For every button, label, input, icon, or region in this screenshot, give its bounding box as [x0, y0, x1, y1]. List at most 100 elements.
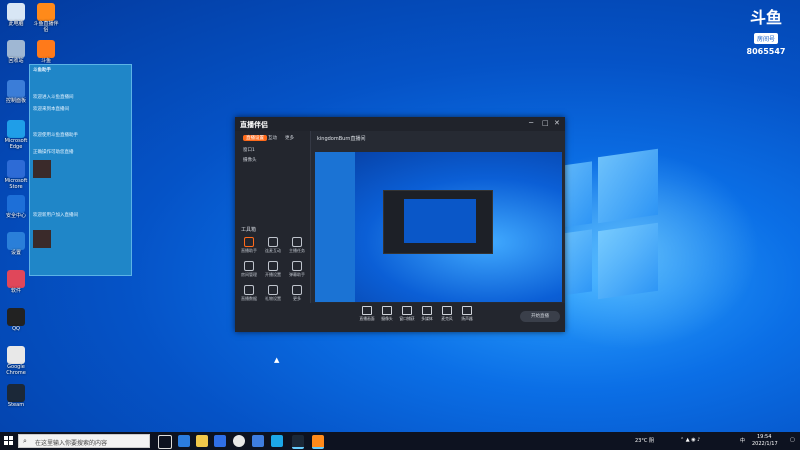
live-assistant-window[interactable]: 直播伴侣 ─ □ ✕ 直播设置 互动 更多 窗口1 摄像头 工具箱 直播助手 连麦… [235, 117, 565, 332]
tools-title: 工具箱 [241, 227, 257, 233]
tool-icon [292, 237, 302, 247]
bottom-toolbar: 直播画面 摄像头 窗口捕获 多媒体 麦克风 扬声器 开始直播 [310, 303, 565, 332]
desktop-icon-label: 设置 [10, 250, 21, 256]
scene-item[interactable]: 窗口1 [243, 147, 255, 153]
desktop-icon[interactable]: 软件 [3, 270, 29, 294]
app-icon [7, 384, 25, 402]
tab-more[interactable]: 更多 [285, 135, 294, 141]
tool-label: 直播助手 [241, 248, 257, 253]
tool-label: 主播任务 [289, 248, 305, 253]
desktop-icon[interactable]: Google Chrome [3, 346, 29, 376]
toolbar-icon [402, 306, 412, 315]
tool-button[interactable]: 连麦互动 [263, 237, 283, 254]
toolbar-label: 直播画面 [359, 316, 375, 321]
tool-label: 房间管理 [241, 272, 257, 277]
tool-icon [268, 237, 278, 247]
desktop-icon[interactable]: Microsoft Store [3, 160, 29, 190]
notification-icon[interactable]: ▢ [790, 437, 795, 443]
tab-live-settings[interactable]: 直播设置 [243, 135, 267, 141]
app-titlebar[interactable]: 直播伴侣 ─ □ ✕ [235, 117, 565, 131]
toolbar-label: 窗口捕获 [399, 316, 415, 321]
tool-button[interactable]: 弹幕助手 [287, 261, 307, 278]
desktop-icon[interactable]: 控制面板 [3, 80, 29, 104]
room-badge: 斗鱼 房间号 8065547 [742, 8, 790, 57]
app-icon [7, 120, 25, 138]
close-icon[interactable]: ✕ [554, 119, 560, 127]
bottom-toolbar-button[interactable]: 扬声器 [458, 303, 476, 322]
tool-button[interactable]: 直播助手 [239, 237, 259, 254]
file-explorer-icon[interactable] [196, 435, 208, 447]
tool-icon [244, 237, 254, 247]
toolbar-label: 麦克风 [441, 316, 453, 321]
stream-title: kingdomBurn直播间 [317, 136, 366, 142]
tool-button[interactable]: 开播设置 [263, 261, 283, 278]
bottom-toolbar-button[interactable]: 摄像头 [378, 303, 396, 322]
clock-time[interactable]: 19:54 [757, 434, 771, 440]
desktop-icon[interactable]: 回收站 [3, 40, 29, 64]
maximize-icon[interactable]: □ [542, 119, 549, 127]
mail-icon[interactable] [214, 435, 226, 447]
bottom-toolbar-button[interactable]: 窗口捕获 [398, 303, 416, 322]
desktop-icon[interactable]: 安全中心 [3, 195, 29, 219]
tool-button[interactable]: 更多 [287, 285, 307, 302]
desktop-icon[interactable]: 设置 [3, 232, 29, 256]
desktop-icon-label: 回收站 [8, 58, 24, 64]
scene-item[interactable]: 摄像头 [243, 157, 257, 163]
panel-thumbnail [33, 160, 51, 178]
steam-icon[interactable] [292, 435, 304, 449]
toolbar-label: 摄像头 [381, 316, 393, 321]
app-icon [7, 270, 25, 288]
douyu-assistant-icon[interactable] [312, 435, 324, 449]
tool-button[interactable]: 直播数据 [239, 285, 259, 302]
tool-icon [244, 261, 254, 271]
room-number: 8065547 [746, 47, 786, 56]
search-placeholder: 在这里输入你要搜索的内容 [35, 440, 108, 447]
nested-preview-window [383, 190, 493, 254]
chrome-icon[interactable] [233, 435, 245, 447]
store-icon[interactable] [271, 435, 283, 447]
assistant-notification-panel[interactable]: 斗鱼助手 欢迎进入斗鱼直播间 欢迎来到本直播间 欢迎使用斗鱼直播助手 正确操作可… [29, 64, 132, 276]
tray-icons[interactable]: ⌃ ▲ ◉ ♪ [680, 437, 700, 443]
app-icon [7, 346, 25, 364]
desktop-icon[interactable]: 斗鱼 [33, 40, 59, 64]
app-logo: 直播伴侣 [240, 121, 268, 129]
edge-icon[interactable] [252, 435, 264, 447]
desktop-icon[interactable]: QQ [3, 308, 29, 332]
stream-preview [315, 152, 562, 302]
tool-icon [268, 285, 278, 295]
ime-indicator[interactable]: 中 [740, 437, 745, 444]
brand-logo: 斗鱼 [749, 8, 782, 27]
tool-label: 连麦互动 [265, 248, 281, 253]
tool-button[interactable]: 主播任务 [287, 237, 307, 254]
start-button[interactable] [4, 436, 14, 446]
desktop-icon[interactable]: 斗鱼直播伴侣 [33, 3, 59, 33]
desktop-icon[interactable]: Microsoft Edge [3, 120, 29, 150]
tool-button[interactable]: 房间管理 [239, 261, 259, 278]
app-icon [7, 3, 25, 21]
desktop-icon-label: 安全中心 [5, 213, 26, 219]
taskbar-search[interactable]: ⌕ 在这里输入你要搜索的内容 [18, 434, 150, 448]
minimize-icon[interactable]: ─ [529, 119, 533, 127]
tab-interact[interactable]: 互动 [268, 135, 277, 141]
app-icon [7, 232, 25, 250]
panel-row: 欢迎新用户加入直播间 [33, 213, 78, 218]
tool-label: 礼物设置 [265, 296, 281, 301]
go-live-button[interactable]: 开始直播 [520, 311, 560, 322]
desktop-icon[interactable]: Steam [3, 384, 29, 408]
clock-date[interactable]: 2022/1/17 [752, 441, 778, 447]
toolbar-icon [362, 306, 372, 315]
tool-icon [244, 285, 254, 295]
app-icon [7, 40, 25, 58]
task-view-icon[interactable] [158, 435, 172, 449]
tool-button[interactable]: 礼物设置 [263, 285, 283, 302]
widgets-icon[interactable] [178, 435, 190, 447]
bottom-toolbar-button[interactable]: 多媒体 [418, 303, 436, 322]
weather-text[interactable]: 23°C 阴 [635, 437, 654, 444]
bottom-toolbar-button[interactable]: 麦克风 [438, 303, 456, 322]
desktop-icon-label: 软件 [10, 288, 21, 294]
panel-row: 欢迎来到本直播间 [33, 107, 69, 112]
bottom-toolbar-button[interactable]: 直播画面 [358, 303, 376, 322]
desktop-icon[interactable]: 此电脑 [3, 3, 29, 27]
panel-row: 正确操作可助您直播 [33, 150, 74, 155]
desktop-icon-label: 此电脑 [8, 21, 24, 27]
